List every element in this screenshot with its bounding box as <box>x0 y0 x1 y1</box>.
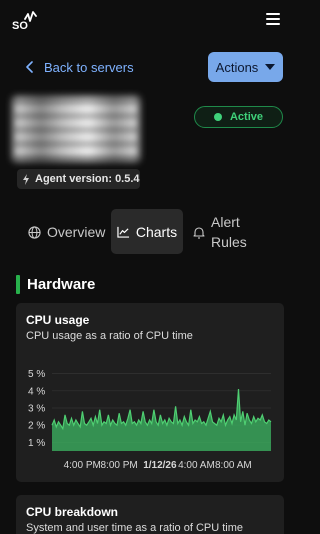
caret-down-icon <box>265 64 276 70</box>
actions-button[interactable]: Actions <box>208 52 283 82</box>
card-subtitle: System and user time as a ratio of CPU t… <box>26 522 244 534</box>
tab-charts-label: Charts <box>135 223 178 240</box>
y-tick-label: 1 % <box>28 438 45 449</box>
tab-charts[interactable]: Charts <box>111 209 183 254</box>
x-tick-label: 1/12/26 <box>143 460 177 471</box>
lightning-icon <box>23 173 29 185</box>
tab-alert-label-2: Rules <box>211 234 247 250</box>
so-logo[interactable]: SO <box>11 10 37 32</box>
tab-overview[interactable]: Overview <box>28 222 105 242</box>
cpu-breakdown-card: CPU breakdown System and user time as a … <box>16 495 284 534</box>
agent-version-label: Agent version: 0.5.4 <box>35 173 140 185</box>
y-tick-label: 2 % <box>28 421 45 432</box>
server-name-redacted-overlay <box>13 97 139 161</box>
svg-text:SO: SO <box>12 20 28 32</box>
globe-icon <box>28 225 41 239</box>
section-title: Hardware <box>27 276 96 293</box>
y-tick-label: 5 % <box>28 369 45 380</box>
back-to-servers-link[interactable]: Back to servers <box>26 57 134 77</box>
agent-version-badge: Agent version: 0.5.4 <box>17 169 140 189</box>
x-tick-label: 4:00 PM <box>64 460 101 471</box>
chevron-left-icon <box>26 61 33 73</box>
x-tick-label: 8:00 AM <box>215 460 252 471</box>
x-tick-label: 4:00 AM <box>178 460 215 471</box>
tab-alert-label: Alert <box>211 214 240 230</box>
section-accent-bar <box>16 275 20 294</box>
actions-label: Actions <box>215 59 259 75</box>
cpu-usage-card: CPU usage CPU usage as a ratio of CPU ti… <box>16 303 284 482</box>
chart-icon <box>117 226 129 238</box>
y-tick-label: 3 % <box>28 404 45 415</box>
tab-overview-label: Overview <box>47 224 106 240</box>
back-link-label: Back to servers <box>44 59 134 75</box>
status-badge: Active <box>194 106 283 128</box>
x-tick-label: 8:00 PM <box>101 460 138 471</box>
hamburger-menu-icon[interactable] <box>266 13 280 27</box>
card-title: CPU breakdown <box>26 505 119 519</box>
y-tick-label: 4 % <box>28 386 45 397</box>
bell-icon <box>193 226 205 239</box>
status-label: Active <box>229 111 264 123</box>
tab-alert-rules[interactable]: Alert Rules <box>193 212 247 252</box>
status-dot-icon <box>213 113 222 121</box>
top-bar: SO <box>0 0 300 40</box>
cpu-usage-chart[interactable]: 5 % 4 % 3 % 2 % 1 % 4:00 PM 8:00 PM 1/12/26 4:00… <box>16 303 284 482</box>
